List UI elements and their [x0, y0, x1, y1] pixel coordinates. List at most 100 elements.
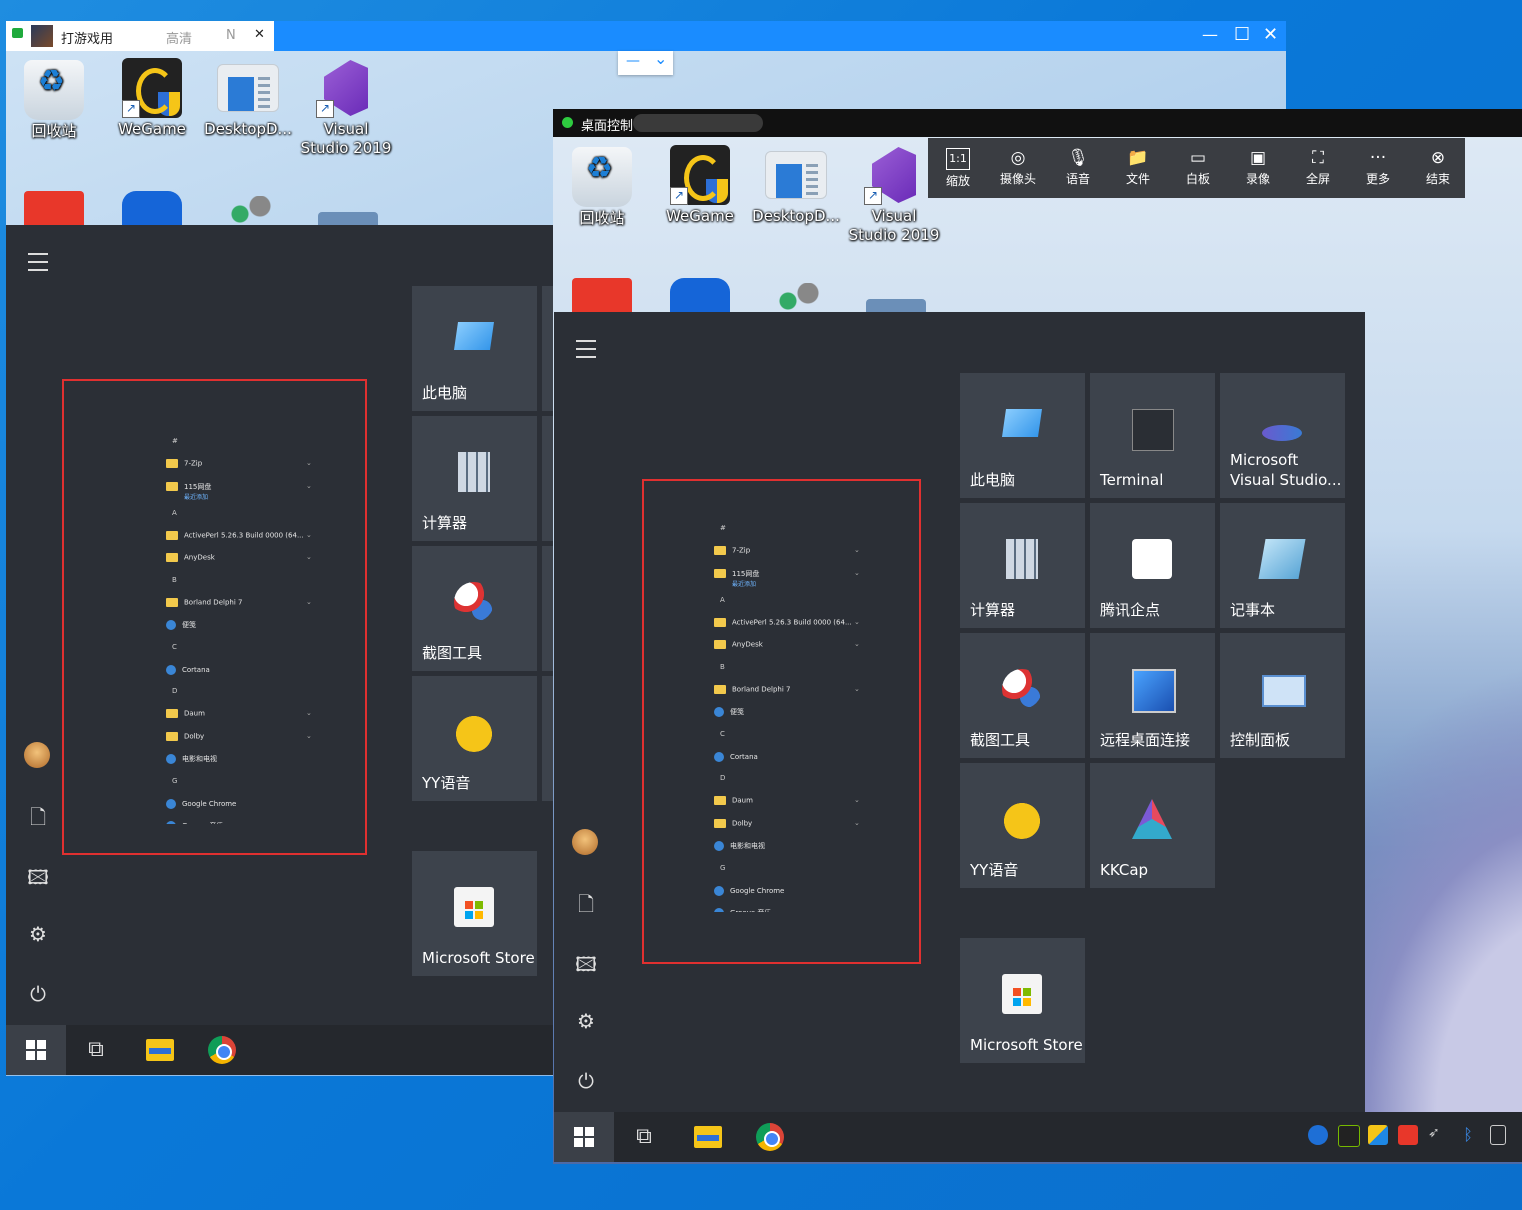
- tile-terminal[interactable]: Terminal: [1090, 373, 1215, 498]
- hamburger-menu-icon[interactable]: [28, 253, 48, 271]
- feather-icon[interactable]: ➶: [1428, 1125, 1448, 1145]
- app-list-item[interactable]: Groove 音乐: [714, 908, 771, 912]
- toolbar-button-0[interactable]: 1:1 缩放: [928, 138, 988, 198]
- chevron-down-icon[interactable]: ⌄: [854, 569, 860, 577]
- toolbar-button-1[interactable]: ◎ 摄像头: [988, 138, 1048, 198]
- chevron-down-icon[interactable]: ⌄: [306, 709, 312, 717]
- session-quality[interactable]: 高清: [166, 28, 192, 47]
- chevron-down-icon[interactable]: ⌄: [854, 819, 860, 827]
- app-list-item[interactable]: Cortana: [714, 751, 758, 762]
- tile-snipping-tool[interactable]: 截图工具: [960, 633, 1085, 758]
- tile-calculator[interactable]: 计算器: [960, 503, 1085, 628]
- desktop-icon-recycle-bin[interactable]: 回收站: [554, 147, 650, 228]
- start-button[interactable]: [6, 1025, 66, 1075]
- app-list-item[interactable]: Google Chrome: [166, 798, 236, 809]
- desktop-icon-wegame[interactable]: ↗ WeGame: [104, 58, 200, 139]
- mail-icon[interactable]: [122, 191, 182, 225]
- app-list-folder[interactable]: Dolby ⌄: [166, 731, 312, 741]
- mail-icon[interactable]: [670, 278, 730, 312]
- chevron-down-icon[interactable]: ⌄: [854, 640, 860, 648]
- chevron-down-icon[interactable]: ⌄: [654, 49, 667, 68]
- app-list-folder[interactable]: Borland Delphi 7 ⌄: [714, 684, 860, 694]
- user-avatar[interactable]: [572, 829, 598, 855]
- window-app-icon[interactable]: [318, 212, 378, 225]
- toolbar-button-7[interactable]: ··· 更多: [1348, 138, 1408, 198]
- nvidia-icon[interactable]: [1338, 1125, 1360, 1147]
- chevron-down-icon[interactable]: ⌄: [854, 685, 860, 693]
- chrome-icon[interactable]: [192, 1025, 252, 1075]
- settings-gear-icon[interactable]: ⚙: [23, 922, 53, 946]
- pictures-icon[interactable]: 🖾: [571, 950, 601, 984]
- toolbar-button-6[interactable]: ⛶ 全屏: [1288, 138, 1348, 198]
- tile-notepad[interactable]: 记事本: [1220, 503, 1345, 628]
- app-list-folder[interactable]: 115网盘 最近添加 ⌄: [714, 569, 860, 588]
- tile-snipping-tool[interactable]: 截图工具: [412, 546, 537, 671]
- app-list-folder[interactable]: 7-Zip ⌄: [714, 546, 860, 555]
- chevron-down-icon[interactable]: ⌄: [306, 531, 312, 539]
- session-tab[interactable]: 打游戏用 高清 N ✕: [6, 21, 274, 51]
- anydesk-icon[interactable]: [24, 191, 84, 225]
- tile-kkcap[interactable]: KKCap: [1090, 763, 1215, 888]
- toolbar-button-5[interactable]: ▣ 录像: [1228, 138, 1288, 198]
- task-view-icon[interactable]: ⧉: [66, 1025, 126, 1075]
- desktop-icon-desktopd[interactable]: DesktopD...: [748, 151, 844, 226]
- toolbar-button-4[interactable]: ▭ 白板: [1168, 138, 1228, 198]
- desktop-icon-desktopd[interactable]: DesktopD...: [200, 64, 296, 139]
- network-app-icon[interactable]: [1368, 1125, 1388, 1145]
- app-list-item[interactable]: Cortana: [166, 664, 210, 675]
- app-list-item[interactable]: 电影和电视: [714, 841, 765, 851]
- window-app-icon[interactable]: [866, 299, 926, 312]
- power-icon[interactable]: ⏻: [571, 1069, 601, 1093]
- app-list-folder[interactable]: AnyDesk ⌄: [714, 640, 860, 649]
- toolbar-button-3[interactable]: 📁 文件: [1108, 138, 1168, 198]
- app-list-folder[interactable]: Dolby ⌄: [714, 818, 860, 828]
- chrome-icon[interactable]: [740, 1112, 800, 1162]
- desktop-icon-recycle-bin[interactable]: 回收站: [6, 60, 102, 141]
- chevron-down-icon[interactable]: ⌄: [306, 553, 312, 561]
- app-list-folder[interactable]: Daum ⌄: [166, 709, 312, 718]
- app-list-folder[interactable]: Borland Delphi 7 ⌄: [166, 597, 312, 607]
- usb-icon[interactable]: [1490, 1125, 1506, 1145]
- documents-icon[interactable]: 🗋: [23, 803, 53, 837]
- chevron-down-icon[interactable]: ⌄: [306, 459, 312, 467]
- hamburger-menu-icon[interactable]: [576, 340, 596, 358]
- task-view-icon[interactable]: ⧉: [614, 1112, 674, 1162]
- tile-microsoft-store[interactable]: Microsoft Store: [412, 851, 537, 976]
- app-list-item[interactable]: 便笺: [166, 620, 196, 630]
- toolbar-button-8[interactable]: ⊗ 结束: [1408, 138, 1468, 198]
- start-button[interactable]: [554, 1112, 614, 1162]
- app-list-folder[interactable]: 7-Zip ⌄: [166, 459, 312, 468]
- game-icon[interactable]: [768, 283, 826, 312]
- tile-microsoft-store[interactable]: Microsoft Store: [960, 938, 1085, 1063]
- floating-control-panel[interactable]: — ⌄: [618, 49, 673, 75]
- game-icon[interactable]: [220, 196, 278, 225]
- app-list-folder[interactable]: Daum ⌄: [714, 796, 860, 805]
- tile-calculator[interactable]: 计算器: [412, 416, 537, 541]
- app-list-folder[interactable]: 115网盘 最近添加 ⌄: [166, 482, 312, 501]
- tile-remote-desktop[interactable]: 远程桌面连接: [1090, 633, 1215, 758]
- bluetooth-icon[interactable]: ᛒ: [1458, 1125, 1478, 1145]
- minimize-button[interactable]: —: [1202, 25, 1218, 44]
- power-icon[interactable]: ⏻: [23, 982, 53, 1006]
- pictures-icon[interactable]: 🖾: [23, 863, 53, 897]
- chevron-down-icon[interactable]: ⌄: [854, 618, 860, 626]
- anydesk-tray-icon[interactable]: [1398, 1125, 1418, 1145]
- desktop-icon-wegame[interactable]: ↗ WeGame: [652, 145, 748, 226]
- tile-visual-studio[interactable]: Microsoft Visual Studio...: [1220, 373, 1345, 498]
- tab-close-icon[interactable]: ✕: [254, 27, 265, 42]
- app-list-item[interactable]: 电影和电视: [166, 754, 217, 764]
- chevron-down-icon[interactable]: ⌄: [306, 482, 312, 490]
- chevron-down-icon[interactable]: ⌄: [306, 732, 312, 740]
- tile-tencent-qidian[interactable]: 腾讯企点: [1090, 503, 1215, 628]
- tile-yy-voice[interactable]: YY语音: [960, 763, 1085, 888]
- session-extra[interactable]: N: [226, 28, 236, 43]
- toolbar-button-2[interactable]: 🎙 语音: [1048, 138, 1108, 198]
- settings-gear-icon[interactable]: ⚙: [571, 1009, 601, 1033]
- tile-yy-voice[interactable]: YY语音: [412, 676, 537, 801]
- app-list-item[interactable]: 便笺: [714, 707, 744, 717]
- file-explorer-icon[interactable]: [130, 1025, 190, 1075]
- file-explorer-icon[interactable]: [678, 1112, 738, 1162]
- chevron-down-icon[interactable]: ⌄: [854, 796, 860, 804]
- anydesk-icon[interactable]: [572, 278, 632, 312]
- app-list-folder[interactable]: ActivePerl 5.26.3 Build 0000 (64... ⌄: [166, 530, 312, 540]
